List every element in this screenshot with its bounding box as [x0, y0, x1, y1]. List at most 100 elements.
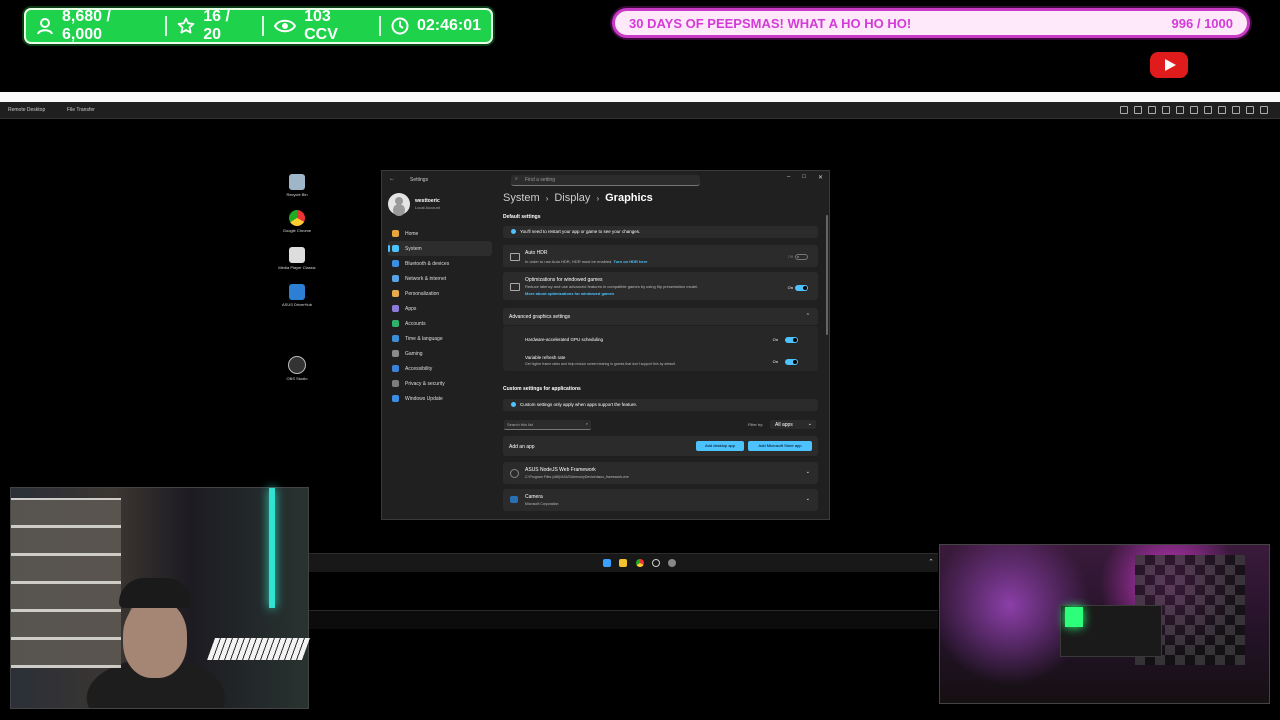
remote-desktop-tab[interactable]: Remote Desktop	[8, 107, 45, 113]
start-icon[interactable]	[603, 559, 611, 567]
search-list-input[interactable]: Search this list ⌕	[504, 420, 591, 430]
keyboard	[206, 638, 311, 660]
toolbar-icon[interactable]	[1260, 106, 1268, 114]
divider	[378, 16, 381, 36]
chevron-right-icon: ›	[596, 194, 600, 203]
chevron-down-icon: ⌄	[805, 496, 810, 502]
nav-item-gaming[interactable]: Gaming	[388, 346, 492, 361]
advanced-graphics-title: Advanced graphics settings	[509, 314, 571, 320]
eye-icon	[274, 19, 297, 33]
nav-item-bluetooth-devices[interactable]: Bluetooth & devices	[388, 256, 492, 271]
remote-desktop-toolbar: Remote Desktop File Transfer	[0, 102, 1280, 119]
close-icon[interactable]: ✕	[818, 174, 823, 181]
app-list-item[interactable]: ASUS NodeJS Web Framework C:\Program Fil…	[503, 462, 818, 484]
minimize-icon[interactable]: –	[787, 174, 790, 181]
nav-item-label: Time & language	[405, 336, 443, 342]
windowed-games-toggle[interactable]	[795, 285, 808, 291]
recycle-bin-icon	[289, 174, 305, 190]
media-player-shortcut[interactable]: Media Player Classic	[277, 247, 317, 270]
toolbar-icon[interactable]	[1218, 106, 1226, 114]
toolbar-icon[interactable]	[1190, 106, 1198, 114]
search-list-placeholder: Search this list	[507, 422, 534, 427]
chevron-up-icon[interactable]: ⌃	[928, 558, 934, 566]
nav-item-network-internet[interactable]: Network & internet	[388, 271, 492, 286]
nav-icon	[392, 290, 399, 297]
remote-desktop-titlebar	[0, 92, 1280, 102]
toolbar-icon[interactable]	[1120, 106, 1128, 114]
vrr-state: On	[772, 359, 778, 364]
turn-on-hdr-link[interactable]: Turn on HDR here	[614, 259, 648, 264]
uptime-stat: 02:46:01	[381, 17, 491, 35]
auto-hdr-toggle[interactable]	[795, 254, 808, 260]
chrome-icon[interactable]	[636, 559, 644, 567]
maximize-icon[interactable]: □	[802, 174, 806, 181]
advanced-graphics-header[interactable]: Advanced graphics settings ⌃	[503, 308, 818, 325]
toolbar-icon[interactable]	[1162, 106, 1170, 114]
filter-dropdown[interactable]: All apps ⌄	[770, 420, 816, 429]
chevron-up-icon: ⌃	[805, 313, 810, 319]
viewers-stat: 103 CCV	[264, 8, 379, 44]
toolbar-icon[interactable]	[1204, 106, 1212, 114]
chevron-down-icon: ⌄	[805, 469, 810, 475]
windowed-games-link[interactable]: More about optimizations for windowed ga…	[525, 291, 614, 296]
restart-notice-text: You'll need to restart your app or game …	[520, 229, 641, 234]
file-explorer-icon[interactable]	[619, 559, 627, 567]
chevron-down-icon: ⌄	[807, 421, 812, 427]
app-icon	[510, 469, 519, 478]
toolbar-icon[interactable]	[1246, 106, 1254, 114]
add-desktop-app-button[interactable]: Add desktop app	[696, 441, 744, 451]
gpu-scheduling-toggle[interactable]	[785, 337, 798, 343]
game-window-icon	[510, 283, 520, 291]
room-camera-feed	[939, 544, 1270, 704]
nav-item-apps[interactable]: Apps	[388, 301, 492, 316]
nav-item-system[interactable]: System	[388, 241, 492, 256]
file-transfer-tab[interactable]: File Transfer	[67, 107, 95, 113]
toolbar-icon[interactable]	[1148, 106, 1156, 114]
back-arrow-icon[interactable]: ←	[389, 176, 395, 182]
filter-label: Filter by:	[748, 422, 764, 427]
breadcrumb-system[interactable]: System	[503, 192, 540, 204]
toolbar-icon[interactable]	[1232, 106, 1240, 114]
obs-shortcut[interactable]: OBS Studio	[277, 356, 317, 381]
add-store-app-button[interactable]: Add Microsoft Store app	[748, 441, 812, 451]
desktop-icon-label: Google Chrome	[282, 228, 312, 233]
gear-icon[interactable]	[668, 559, 676, 567]
nav-item-home[interactable]: Home	[388, 226, 492, 241]
nav-item-windows-update[interactable]: Windows Update	[388, 391, 492, 406]
toolbar-icon[interactable]	[1134, 106, 1142, 114]
nav-icon	[392, 230, 399, 237]
goal-bar: 30 DAYS OF PEEPSMAS! WHAT A HO HO HO! 99…	[612, 8, 1250, 38]
asus-driverhub-shortcut[interactable]: ASUS DriverHub	[277, 284, 317, 307]
shelf	[11, 498, 121, 668]
app-list-item[interactable]: Camera Microsoft Corporation ⌄	[503, 489, 818, 511]
user-name: westtoeric	[415, 198, 440, 204]
advanced-graphics-body: Hardware-accelerated GPU scheduling On V…	[503, 326, 818, 371]
vrr-toggle[interactable]	[785, 359, 798, 365]
nav-item-personalization[interactable]: Personalization	[388, 286, 492, 301]
nav-item-label: Home	[405, 231, 419, 237]
divider	[262, 16, 265, 36]
desktop-icon-label: ASUS DriverHub	[281, 302, 312, 307]
chrome-shortcut[interactable]: Google Chrome	[277, 210, 317, 233]
youtube-icon	[1150, 52, 1188, 78]
goal-text: 30 DAYS OF PEEPSMAS! WHAT A HO HO HO!	[629, 15, 912, 31]
toolbar-icon[interactable]	[1176, 106, 1184, 114]
custom-notice-text: Custom settings only apply when apps sup…	[520, 402, 638, 407]
nav-item-privacy-security[interactable]: Privacy & security	[388, 376, 492, 391]
find-setting-input[interactable]: ⌕ Find a setting	[511, 175, 700, 186]
streamer-face	[123, 600, 187, 678]
add-app-label: Add an app	[509, 444, 535, 450]
followers-stat: 8,680 / 6,000	[26, 8, 165, 44]
breadcrumb-display[interactable]: Display	[554, 192, 590, 204]
nav-item-accessibility[interactable]: Accessibility	[388, 361, 492, 376]
recycle-bin-shortcut[interactable]: Recycle Bin	[277, 174, 317, 197]
obs-icon[interactable]	[652, 559, 660, 567]
vrr-title: Variable refresh rate	[525, 355, 566, 360]
search-placeholder: Find a setting	[525, 177, 556, 183]
nav-item-time-language[interactable]: Time & language	[388, 331, 492, 346]
followers-count: 8,680 / 6,000	[61, 8, 111, 43]
settings-window: ← Settings ⌕ Find a setting – □ ✕ westto…	[381, 170, 830, 520]
nav-item-accounts[interactable]: Accounts	[388, 316, 492, 331]
green-light	[1065, 607, 1083, 627]
scrollbar[interactable]	[826, 215, 828, 335]
